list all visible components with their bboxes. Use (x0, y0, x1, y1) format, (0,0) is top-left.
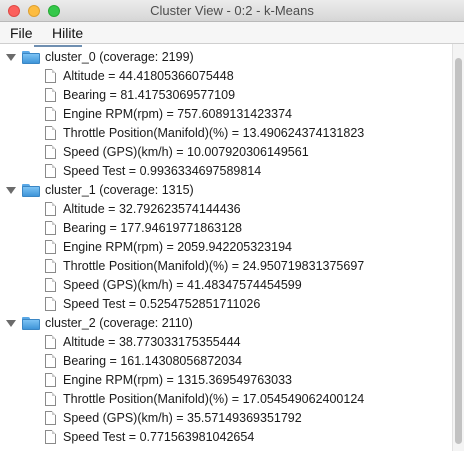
attribute-label: Throttle Position(Manifold)(%) = 13.4906… (63, 126, 365, 140)
document-icon (45, 373, 56, 387)
folder-icon (22, 317, 40, 330)
tree-node-cluster[interactable]: cluster_1 (coverage: 1315) (0, 181, 452, 200)
document-icon (45, 354, 56, 368)
tree-node-cluster[interactable]: cluster_2 (coverage: 2110) (0, 314, 452, 333)
document-icon (45, 411, 56, 425)
cluster-label: cluster_1 (coverage: 1315) (45, 183, 194, 197)
tree-node-cluster[interactable]: cluster_0 (coverage: 2199) (0, 48, 452, 67)
tree-node-attribute[interactable]: Bearing = 177.94619771863128 (0, 219, 452, 238)
attribute-label: Throttle Position(Manifold)(%) = 17.0545… (63, 392, 365, 406)
tree-node-attribute[interactable]: Altitude = 32.792623574144436 (0, 200, 452, 219)
attribute-label: Engine RPM(rpm) = 2059.942205323194 (63, 240, 292, 254)
menu-file[interactable]: File (10, 25, 33, 41)
tree-node-attribute[interactable]: Throttle Position(Manifold)(%) = 24.9507… (0, 257, 452, 276)
vertical-scrollbar[interactable] (452, 44, 464, 451)
tree-node-attribute[interactable]: Bearing = 81.41753069577109 (0, 86, 452, 105)
menu-hilite[interactable]: Hilite (52, 25, 83, 41)
tree-node-attribute[interactable]: Altitude = 38.773033175355444 (0, 333, 452, 352)
attribute-label: Speed (GPS)(km/h) = 41.48347574454599 (63, 278, 302, 292)
attribute-label: Bearing = 161.14308056872034 (63, 354, 242, 368)
tree-node-attribute[interactable]: Throttle Position(Manifold)(%) = 17.0545… (0, 390, 452, 409)
document-icon (45, 335, 56, 349)
attribute-label: Speed Test = 0.771563981042654 (63, 430, 255, 444)
attribute-label: Engine RPM(rpm) = 757.6089131423374 (63, 107, 292, 121)
document-icon (45, 392, 56, 406)
document-icon (45, 221, 56, 235)
tree-top-edge (34, 45, 82, 47)
document-icon (45, 202, 56, 216)
tree-node-attribute[interactable]: Speed Test = 0.5254752851711026 (0, 295, 452, 314)
attribute-label: Altitude = 38.773033175355444 (63, 335, 241, 349)
tree-node-attribute[interactable]: Engine RPM(rpm) = 1315.369549763033 (0, 371, 452, 390)
attribute-label: Speed (GPS)(km/h) = 35.57149369351792 (63, 411, 302, 425)
folder-icon (22, 184, 40, 197)
document-icon (45, 259, 56, 273)
expanded-toggle-icon[interactable] (6, 187, 16, 194)
tree-node-attribute[interactable]: Speed (GPS)(km/h) = 35.57149369351792 (0, 409, 452, 428)
attribute-label: Speed Test = 0.5254752851711026 (63, 297, 261, 311)
attribute-label: Engine RPM(rpm) = 1315.369549763033 (63, 373, 292, 387)
tree-node-attribute[interactable]: Engine RPM(rpm) = 757.6089131423374 (0, 105, 452, 124)
title-bar[interactable]: Cluster View - 0:2 - k-Means (0, 0, 464, 22)
expanded-toggle-icon[interactable] (6, 54, 16, 61)
attribute-label: Altitude = 32.792623574144436 (63, 202, 241, 216)
scrollbar-thumb[interactable] (455, 58, 462, 444)
tree-node-attribute[interactable]: Bearing = 161.14308056872034 (0, 352, 452, 371)
attribute-label: Speed (GPS)(km/h) = 10.007920306149561 (63, 145, 309, 159)
attribute-label: Throttle Position(Manifold)(%) = 24.9507… (63, 259, 365, 273)
document-icon (45, 278, 56, 292)
menu-bar: File Hilite (0, 22, 464, 44)
cluster-label: cluster_2 (coverage: 2110) (45, 316, 193, 330)
tree-node-attribute[interactable]: Speed (GPS)(km/h) = 41.48347574454599 (0, 276, 452, 295)
document-icon (45, 430, 56, 444)
attribute-label: Altitude = 44.41805366075448 (63, 69, 234, 83)
cluster-view-window: Cluster View - 0:2 - k-Means File Hilite… (0, 0, 464, 451)
document-icon (45, 240, 56, 254)
attribute-label: Speed Test = 0.9936334697589814 (63, 164, 262, 178)
tree-node-attribute[interactable]: Altitude = 44.41805366075448 (0, 67, 452, 86)
cluster-label: cluster_0 (coverage: 2199) (45, 50, 194, 64)
document-icon (45, 126, 56, 140)
expanded-toggle-icon[interactable] (6, 320, 16, 327)
cluster-tree[interactable]: cluster_0 (coverage: 2199) Altitude = 44.… (0, 44, 452, 451)
tree-node-attribute[interactable]: Speed (GPS)(km/h) = 10.007920306149561 (0, 143, 452, 162)
tree-node-attribute[interactable]: Throttle Position(Manifold)(%) = 13.4906… (0, 124, 452, 143)
document-icon (45, 164, 56, 178)
tree-node-attribute[interactable]: Speed Test = 0.771563981042654 (0, 428, 452, 447)
document-icon (45, 88, 56, 102)
document-icon (45, 145, 56, 159)
document-icon (45, 107, 56, 121)
attribute-label: Bearing = 81.41753069577109 (63, 88, 236, 102)
window-title: Cluster View - 0:2 - k-Means (150, 3, 314, 18)
document-icon (45, 297, 56, 311)
attribute-label: Bearing = 177.94619771863128 (63, 221, 242, 235)
tree-node-attribute[interactable]: Engine RPM(rpm) = 2059.942205323194 (0, 238, 452, 257)
tree-node-attribute[interactable]: Speed Test = 0.9936334697589814 (0, 162, 452, 181)
document-icon (45, 69, 56, 83)
folder-icon (22, 51, 40, 64)
